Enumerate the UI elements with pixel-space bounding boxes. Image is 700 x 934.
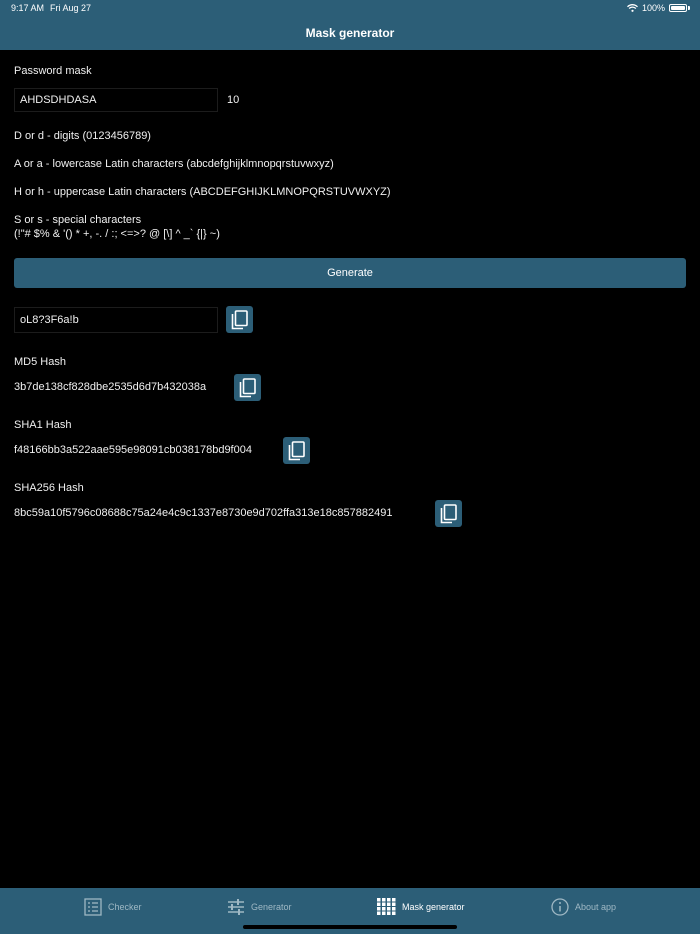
sliders-icon [228,899,244,915]
wifi-icon [627,4,638,12]
md5-value: 3b7de138cf828dbe2535d6d7b432038a [14,381,207,393]
tab-about-app[interactable]: About app [551,898,616,916]
password-mask-input[interactable]: AHDSDHDASA [14,88,218,112]
tab-generator-label: Generator [251,902,292,912]
navigation-header: 9:17 AM Fri Aug 27 100% Mask generator [0,0,700,50]
copy-icon [440,503,457,523]
page-title: Mask generator [305,26,395,40]
md5-label: MD5 Hash [14,356,66,368]
info-icon [551,898,569,916]
copy-icon [231,309,248,329]
status-indicators: 100% [627,3,690,13]
generated-password-field[interactable]: oL8?3F6a!b [14,307,218,333]
copy-md5-button[interactable] [234,374,261,401]
generate-button[interactable]: Generate [14,258,686,288]
legend-special-title: S or s - special characters [14,214,142,226]
copy-sha1-button[interactable] [283,437,310,464]
tab-checker-label: Checker [108,902,142,912]
copy-icon [288,440,305,460]
tab-mask-generator[interactable]: Mask generator [377,898,465,915]
status-time: 9:17 AM [11,3,45,13]
tab-about-app-label: About app [575,902,617,912]
legend-lowercase: A or a - lowercase Latin characters (abc… [14,158,334,170]
sha256-value: 8bc59a10f5796c08688c75a24e4c9c1337e8730e… [14,507,393,519]
legend-digits: D or d - digits (0123456789) [14,130,151,142]
home-indicator [243,925,457,929]
legend-special-chars: (!"# $% & '() * +, -. / :; <=>? @ [\] ^ … [14,228,220,240]
tab-mask-generator-label: Mask generator [402,901,465,912]
grid-icon [377,898,396,915]
tab-checker[interactable]: Checker [84,898,142,916]
tab-generator[interactable]: Generator [227,898,292,916]
copy-icon [239,377,256,397]
password-mask-label: Password mask [14,65,92,77]
sha1-label: SHA1 Hash [14,419,72,431]
sha256-label: SHA256 Hash [14,482,84,494]
copy-sha256-button[interactable] [435,500,462,527]
battery-icon [669,4,687,12]
legend-uppercase: H or h - uppercase Latin characters (ABC… [14,186,391,198]
battery-tip [688,6,690,10]
copy-password-button[interactable] [226,306,253,333]
battery-percent: 100% [641,3,665,13]
mask-length: 10 [227,94,240,106]
checklist-icon [84,898,102,916]
status-date: Fri Aug 27 [50,3,92,13]
sha1-value: f48166bb3a522aae595e98091cb038178bd9f004 [14,444,252,456]
